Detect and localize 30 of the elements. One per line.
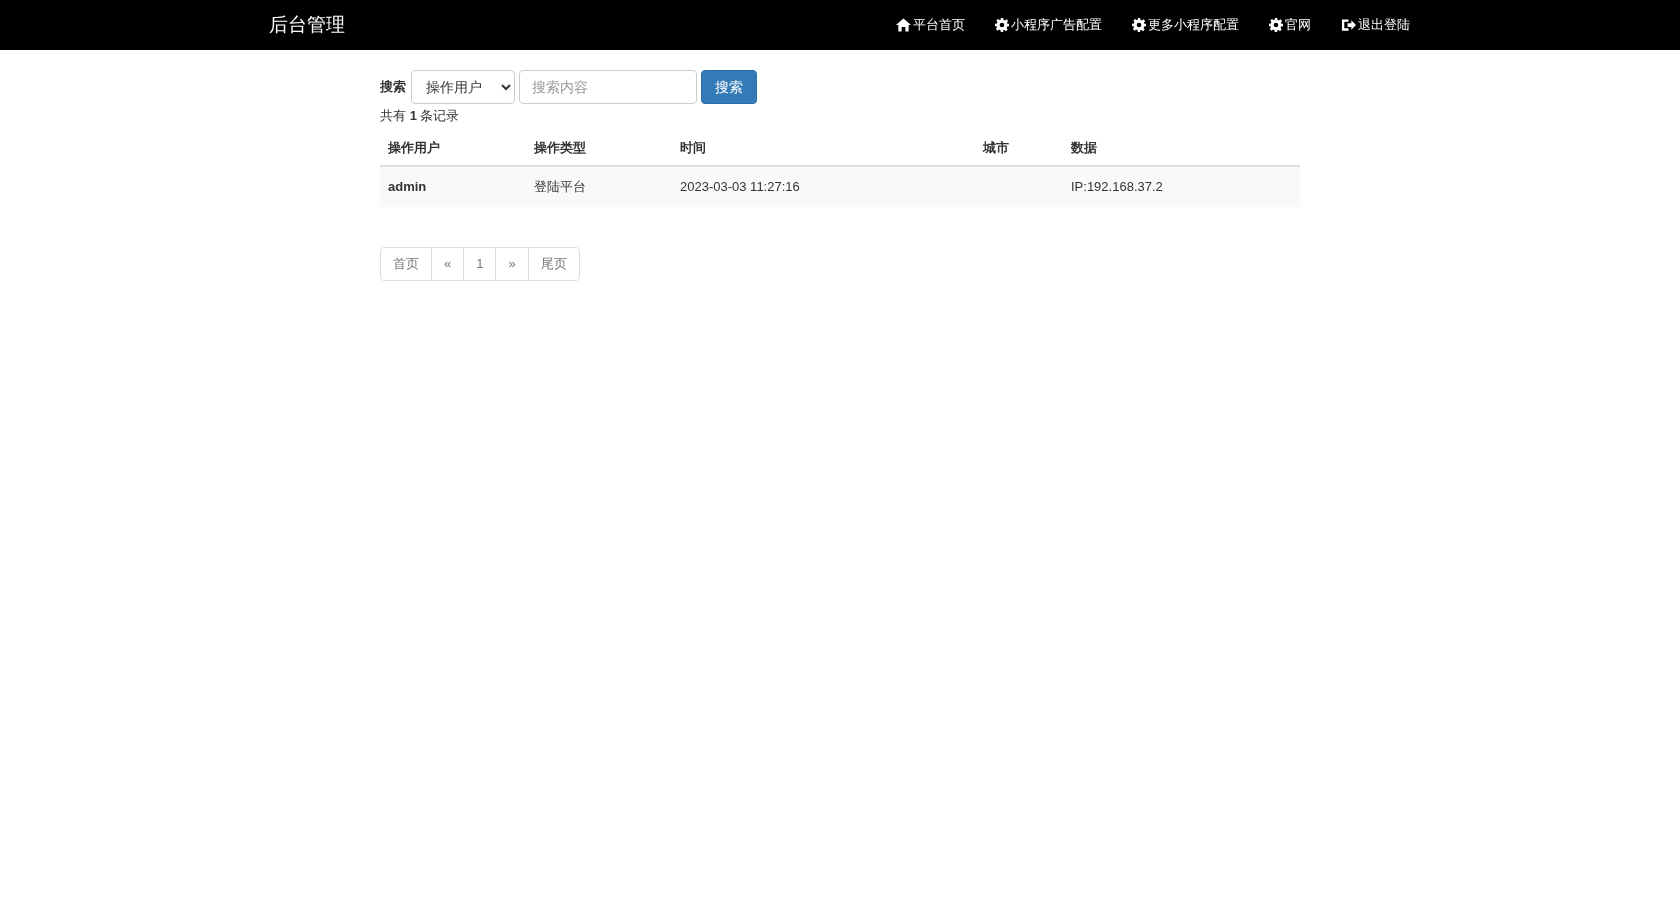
logout-icon: [1341, 18, 1356, 32]
page-link[interactable]: 1: [463, 246, 497, 281]
table-cell: 登陆平台: [526, 166, 672, 207]
page-link[interactable]: 首页: [380, 246, 432, 281]
gear-icon: [995, 18, 1009, 32]
brand-title[interactable]: 后台管理: [269, 10, 345, 40]
search-label: 搜索: [380, 78, 406, 97]
page-link[interactable]: «: [431, 246, 465, 281]
table-cell: IP:192.168.37.2: [1063, 166, 1300, 207]
column-header: 时间: [672, 129, 975, 166]
gear-icon: [1269, 18, 1283, 32]
table-cell: 2023-03-03 11:27:16: [672, 166, 975, 207]
table-cell: admin: [380, 166, 526, 207]
home-icon: [896, 18, 911, 32]
search-field[interactable]: 搜索内容: [519, 70, 697, 104]
nav-link[interactable]: 官网: [1269, 15, 1311, 35]
column-header: 操作类型: [526, 129, 672, 166]
column-header: 城市: [975, 129, 1063, 166]
gear-icon: [1132, 18, 1146, 32]
field-select[interactable]: 操作用户: [411, 70, 515, 104]
page-link[interactable]: »: [495, 246, 529, 281]
search-button[interactable]: 搜索: [701, 70, 757, 104]
nav-link[interactable]: 更多小程序配置: [1132, 15, 1239, 35]
column-header: 操作用户: [380, 129, 526, 166]
record-count: 共有 1 条记录: [380, 107, 461, 125]
nav-link[interactable]: 小程序广告配置: [995, 15, 1102, 35]
page-link[interactable]: 尾页: [527, 246, 580, 281]
nav-link[interactable]: 退出登陆: [1341, 15, 1410, 35]
column-header: 数据: [1063, 129, 1300, 166]
nav-link[interactable]: 平台首页: [896, 15, 965, 35]
